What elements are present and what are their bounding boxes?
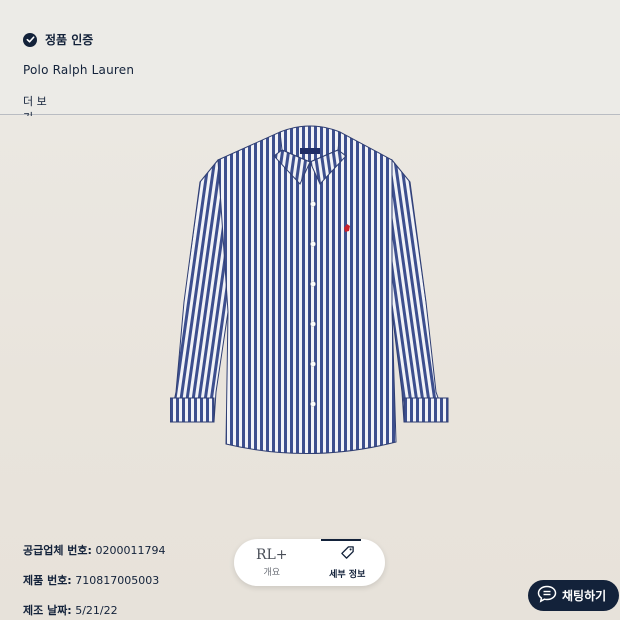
product-number-label: 제품 번호: — [23, 574, 72, 587]
verified-badge: 정품 인증 — [23, 31, 93, 48]
manufacture-date-label: 제조 날짜: — [23, 604, 72, 617]
header: 정품 인증 Polo Ralph Lauren 더 보기 — [0, 0, 620, 133]
nav-overview[interactable]: RL+ 개요 — [234, 539, 310, 586]
rl-plus-logo: RL+ — [255, 546, 288, 563]
supplier-number-value: 0200011794 — [95, 544, 166, 557]
product-number: 제품 번호: 710817005003 — [23, 572, 159, 588]
manufacture-date: 제조 날짜: 5/21/22 — [23, 602, 118, 618]
manufacture-date-value: 5/21/22 — [75, 604, 118, 617]
nav-details-label: 세부 정보 — [329, 570, 366, 580]
product-image — [170, 125, 449, 454]
brand-name: Polo Ralph Lauren — [23, 63, 135, 77]
supplier-number-label: 공급업체 번호: — [23, 544, 92, 557]
tag-icon — [340, 545, 355, 564]
verified-label: 정품 인증 — [45, 33, 94, 47]
product-number-value: 710817005003 — [75, 574, 160, 587]
nav-details[interactable]: 세부 정보 — [310, 539, 386, 586]
supplier-number: 공급업체 번호: 0200011794 — [23, 542, 165, 558]
active-indicator — [320, 539, 361, 541]
checkmark-icon — [23, 32, 37, 47]
chat-button[interactable]: 채팅하기 — [528, 580, 619, 611]
nav-overview-label: 개요 — [263, 567, 281, 578]
chat-bubble-icon — [537, 585, 557, 606]
chat-label: 채팅하기 — [562, 589, 607, 603]
bottom-nav: RL+ 개요 세부 정보 — [234, 539, 385, 586]
